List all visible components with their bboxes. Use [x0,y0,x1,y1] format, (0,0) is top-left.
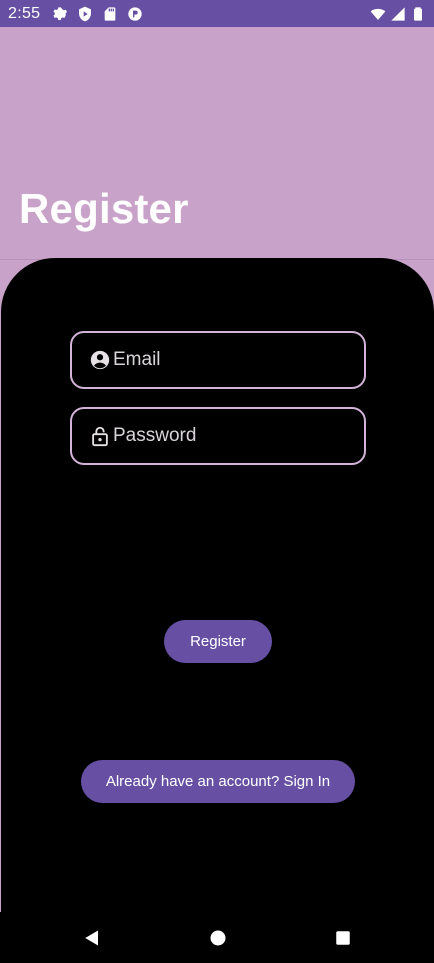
email-input[interactable] [113,349,343,371]
settings-icon [52,6,68,22]
password-field[interactable] [70,407,366,465]
email-field[interactable] [70,331,366,389]
sign-in-button[interactable]: Already have an account? Sign In [81,760,355,803]
home-icon[interactable] [188,912,248,963]
register-button[interactable]: Register [164,620,272,663]
register-screen: 2:55 Register Email Register Already hav… [0,0,434,963]
navigation-bar [0,912,434,963]
sd-card-icon [102,6,118,22]
page-title: Register [19,185,189,232]
app-notification-icon [127,6,143,22]
status-icons-left [52,6,143,22]
battery-icon [410,6,426,22]
status-bar: 2:55 [0,0,434,27]
recents-icon[interactable] [313,912,373,963]
password-input[interactable] [113,425,343,447]
status-icons-right [370,6,426,22]
header: Register [0,27,434,260]
play-protect-icon [77,6,93,22]
signal-icon [390,6,406,22]
lock-open-icon [89,425,111,447]
account-circle-icon [89,349,111,371]
wifi-icon [370,6,386,22]
back-icon[interactable] [62,912,122,963]
status-time: 2:55 [8,4,41,22]
